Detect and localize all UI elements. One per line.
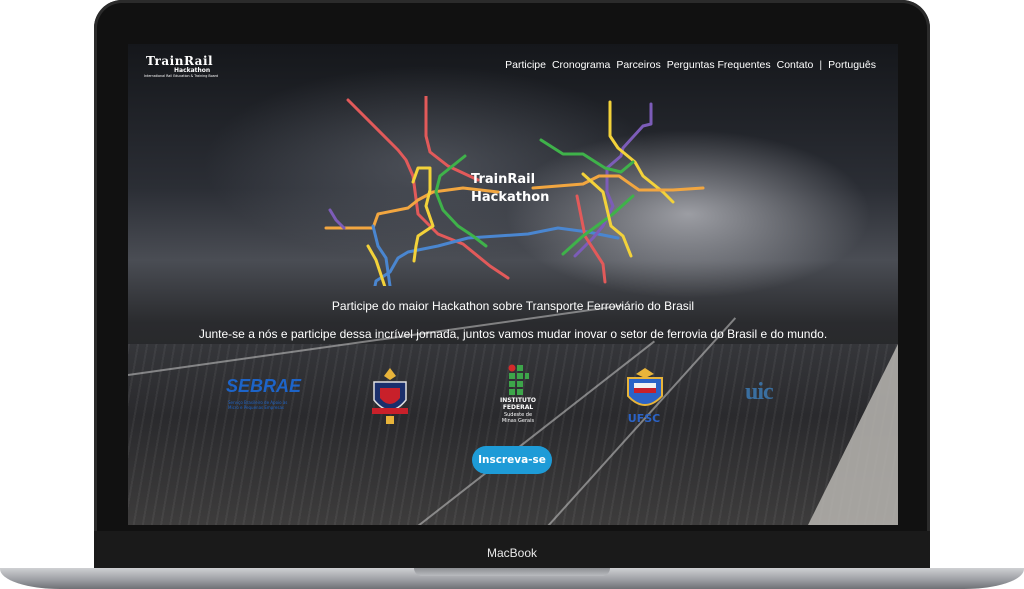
partners-row: SEBRAE Serviço Brasileiro de Apoio às Mi… [128,364,898,434]
laptop-brand-label: MacBook [486,546,538,560]
metro-line-purple [328,208,346,230]
hero-title: TrainRail Hackathon [471,171,549,207]
uic-logo[interactable]: uic [745,379,774,406]
sebrae-logo[interactable]: SEBRAE [226,376,301,397]
nav-link-parceiros[interactable]: Parceiros [616,59,660,71]
metro-line-green [561,194,635,256]
sebrae-logo-subtext: Serviço Brasileiro de Apoio às Micro e P… [228,400,288,410]
if-line2: FEDERAL [502,403,534,411]
site-logo[interactable]: TrainRail Hackathon International Rail E… [144,52,236,82]
browser-viewport: TrainRail Hackathon International Rail E… [128,44,898,525]
laptop-notch [414,568,610,576]
top-navigation: Participe Cronograma Parceiros Perguntas… [505,59,876,71]
register-button[interactable]: Inscreva-se [472,446,552,474]
nav-separator: | [819,59,823,71]
nav-link-cronograma[interactable]: Cronograma [552,59,610,71]
instituto-federal-icon[interactable] [508,364,530,396]
nav-link-contato[interactable]: Contato [777,59,814,71]
logo-tagline: International Rail Education & Training … [144,74,219,78]
logo-subtitle: Hackathon [174,67,211,74]
metro-line-orange [531,174,705,192]
instituto-federal-text: INSTITUTO FEDERAL [488,397,548,411]
hero-title-line1: TrainRail [471,172,536,187]
ufsc-logo-text: UFSC [627,412,661,425]
metro-line-yellow [608,100,675,204]
ufsc-crest-icon[interactable] [624,366,666,414]
metro-map-graphic-right [531,100,705,284]
nav-link-participe[interactable]: Participe [505,59,546,71]
nav-link-faq[interactable]: Perguntas Frequentes [667,59,771,71]
university-crest-icon[interactable] [368,366,412,428]
language-selector[interactable]: Português [828,59,876,71]
hero-title-line2: Hackathon [471,190,550,205]
if-sub2: Minas Gerais [501,418,535,424]
hero-tagline: Participe do maior Hackathon sobre Trans… [331,299,695,313]
hero-subtagline: Junte-se a nós e participe dessa incríve… [198,327,828,341]
logo-title: TrainRail [146,54,214,68]
instituto-federal-subtext: Sudeste de Minas Gerais [488,412,548,424]
